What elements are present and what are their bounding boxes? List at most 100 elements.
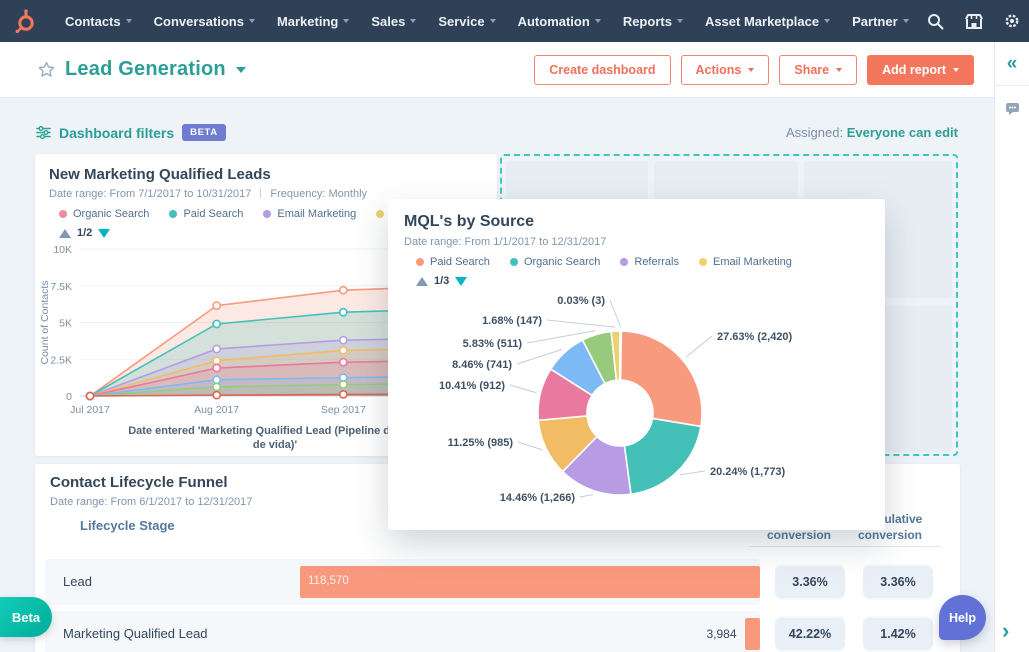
- legend-dot-icon: [169, 210, 177, 218]
- nav-item-contacts[interactable]: Contacts: [54, 0, 143, 42]
- dashboard-filters-link[interactable]: Dashboard filters: [59, 125, 174, 141]
- nav-item-partner[interactable]: Partner: [841, 0, 920, 42]
- divider: [260, 188, 261, 198]
- search-icon[interactable]: [920, 5, 952, 37]
- legend-item[interactable]: Paid Search: [169, 208, 243, 220]
- legend-page-up-icon[interactable]: [59, 229, 71, 238]
- chevron-down-icon: [249, 19, 255, 23]
- slice-label: 11.25% (985): [448, 437, 514, 449]
- legend-label: Paid Search: [430, 256, 490, 268]
- chevron-down-icon: [410, 19, 416, 23]
- rail-top: «: [995, 42, 1029, 86]
- legend-dot-icon: [59, 210, 67, 218]
- dashboard-filter-bar: Dashboard filters BETA Assigned: Everyon…: [36, 124, 958, 141]
- legend-item[interactable]: Paid Search: [416, 256, 490, 268]
- collapse-panel-icon[interactable]: «: [1007, 54, 1018, 73]
- legend-page-up-icon[interactable]: [416, 277, 428, 286]
- legend-dot-icon: [263, 210, 271, 218]
- slice-label: 8.46% (741): [452, 359, 512, 371]
- stage-label: Lead: [63, 574, 92, 589]
- nav-item-automation[interactable]: Automation: [507, 0, 612, 42]
- column-header-conversion: conversion: [753, 528, 845, 544]
- comments-icon[interactable]: [995, 102, 1029, 116]
- hubspot-logo-icon[interactable]: [12, 8, 38, 34]
- chevron-down-icon: [126, 19, 132, 23]
- legend-page-down-icon[interactable]: [455, 277, 467, 286]
- legend-label: Referrals: [634, 256, 679, 268]
- bar-value: 118,570: [308, 575, 349, 587]
- svg-text:Aug 2017: Aug 2017: [194, 404, 239, 416]
- nav-item-service[interactable]: Service: [427, 0, 506, 42]
- nav-item-marketing[interactable]: Marketing: [266, 0, 360, 42]
- dashboard-switcher-caret-icon[interactable]: [236, 67, 246, 73]
- donut-slice[interactable]: [624, 418, 700, 494]
- chevron-down-icon: [953, 68, 959, 72]
- chevron-down-icon: [490, 19, 496, 23]
- legend-label: Organic Search: [73, 208, 149, 220]
- nav-item-conversations[interactable]: Conversations: [143, 0, 266, 42]
- donut-slice[interactable]: [620, 331, 702, 426]
- chevron-down-icon: [677, 19, 683, 23]
- legend-page-down-icon[interactable]: [98, 229, 110, 238]
- funnel-bar[interactable]: 118,570: [300, 566, 760, 598]
- nav-item-sales[interactable]: Sales: [360, 0, 427, 42]
- hubspot-dashboard: Contacts Conversations Marketing Sales S…: [0, 0, 1029, 652]
- favorite-star-icon[interactable]: [38, 61, 55, 78]
- svg-text:Sep 2017: Sep 2017: [321, 404, 366, 416]
- report-meta: Date range: From 1/1/2017 to 12/31/2017: [404, 236, 869, 248]
- page-title[interactable]: Lead Generation: [65, 58, 226, 81]
- legend-dot-icon: [510, 258, 518, 266]
- nav-item-reports[interactable]: Reports: [612, 0, 694, 42]
- svg-text:2.5K: 2.5K: [50, 354, 72, 366]
- funnel-row[interactable]: Marketing Qualified Lead 3,984: [45, 611, 760, 652]
- svg-text:Count of Contacts: Count of Contacts: [39, 280, 51, 364]
- legend-page-indicator: 1/2: [77, 227, 92, 239]
- legend-pager: 1/3: [416, 275, 869, 287]
- settings-gear-icon[interactable]: [996, 5, 1028, 37]
- nav-item-asset-marketplace[interactable]: Asset Marketplace: [694, 0, 841, 42]
- chevron-down-icon: [343, 19, 349, 23]
- share-button[interactable]: Share: [779, 55, 857, 85]
- legend-dot-icon: [376, 210, 384, 218]
- svg-text:7.5K: 7.5K: [50, 281, 72, 293]
- next-page-chevron-icon[interactable]: ›: [1002, 620, 1009, 642]
- legend-label: Paid Search: [183, 208, 243, 220]
- assigned-value-link[interactable]: Everyone can edit: [847, 125, 958, 140]
- beta-pill[interactable]: Beta: [0, 597, 52, 637]
- legend-dot-icon: [620, 258, 628, 266]
- report-title: New Marketing Qualified Leads: [49, 166, 483, 183]
- bar-value: 3,984: [647, 627, 737, 641]
- header-actions: Create dashboard Actions Share Add repor…: [534, 55, 974, 85]
- create-dashboard-button[interactable]: Create dashboard: [534, 55, 670, 85]
- slice-label: 27.63% (2,420): [717, 331, 793, 343]
- svg-text:de vida)': de vida)': [253, 439, 298, 451]
- funnel-row[interactable]: Lead 118,570: [45, 559, 760, 605]
- legend-item[interactable]: Referrals: [620, 256, 679, 268]
- donut-slice[interactable]: [620, 331, 622, 380]
- actions-button[interactable]: Actions: [681, 55, 770, 85]
- cumulative-conversion-value: 1.42%: [863, 616, 933, 652]
- slice-label: 5.83% (511): [463, 338, 523, 350]
- legend-label: Email Marketing: [277, 208, 356, 220]
- chevron-down-icon: [748, 68, 754, 72]
- svg-text:Date entered 'Marketing Qualif: Date entered 'Marketing Qualified Lead (…: [128, 425, 422, 437]
- chevron-down-icon: [595, 19, 601, 23]
- help-button[interactable]: Help: [939, 595, 986, 640]
- marketplace-icon[interactable]: [958, 5, 990, 37]
- add-report-button[interactable]: Add report: [867, 55, 974, 85]
- funnel-bar[interactable]: [745, 618, 760, 650]
- legend-dot-icon: [416, 258, 424, 266]
- stage-label: Marketing Qualified Lead: [63, 626, 208, 641]
- svg-text:5K: 5K: [59, 318, 72, 330]
- conversion-value: 3.36%: [775, 564, 845, 600]
- legend-label: Organic Search: [524, 256, 600, 268]
- report-card-mql-by-source[interactable]: MQL's by Source Date range: From 1/1/201…: [388, 199, 885, 530]
- svg-text:0: 0: [66, 391, 72, 403]
- cumulative-conversion-value: 3.36%: [863, 564, 933, 600]
- legend-item[interactable]: Email Marketing: [699, 256, 792, 268]
- donut-chart: 27.63% (2,420)20.24% (1,773)14.46% (1,26…: [388, 289, 885, 529]
- legend-item[interactable]: Organic Search: [510, 256, 600, 268]
- legend-item[interactable]: Organic Search: [59, 208, 149, 220]
- beta-badge: BETA: [182, 124, 226, 141]
- legend-item[interactable]: Email Marketing: [263, 208, 356, 220]
